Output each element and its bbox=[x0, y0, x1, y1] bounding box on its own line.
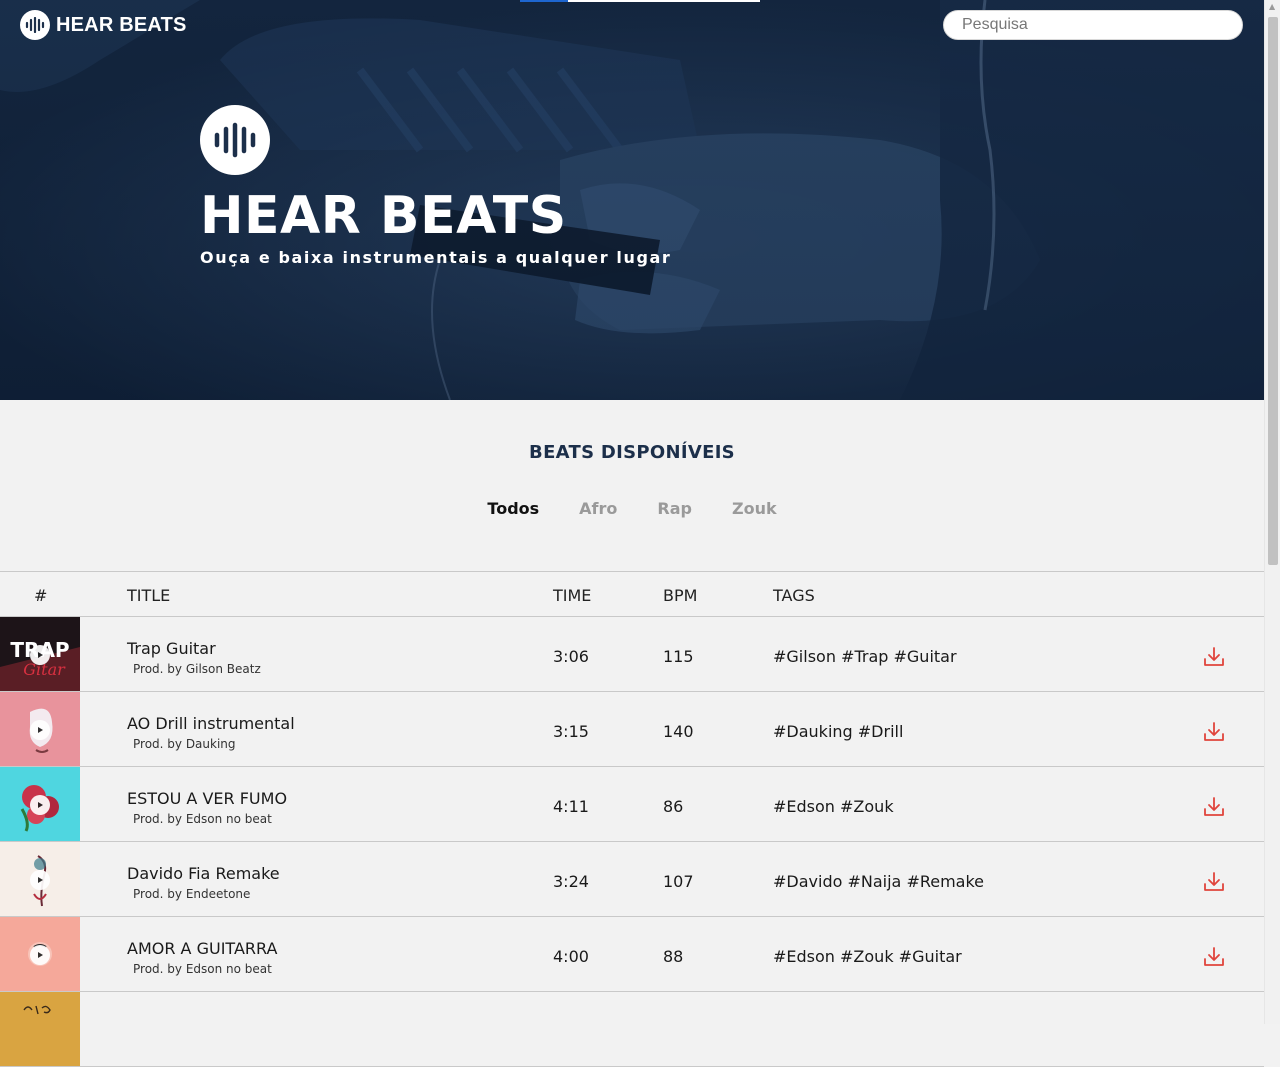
beat-producer: Prod. by Edson no beat bbox=[133, 962, 272, 976]
beat-time: 4:11 bbox=[553, 797, 589, 816]
header-time: TIME bbox=[553, 586, 592, 605]
scrollbar-thumb[interactable] bbox=[1268, 17, 1278, 565]
search-input[interactable] bbox=[943, 10, 1243, 40]
header-title: TITLE bbox=[127, 586, 171, 605]
filter-tab-zouk[interactable]: Zouk bbox=[732, 499, 777, 518]
download-icon[interactable] bbox=[1203, 947, 1225, 967]
download-icon[interactable] bbox=[1203, 722, 1225, 742]
cover-thumbnail[interactable] bbox=[0, 692, 80, 766]
cover-thumbnail[interactable] bbox=[0, 992, 80, 1066]
beat-tags: #Dauking #Drill bbox=[773, 722, 904, 741]
hero-background-image bbox=[0, 0, 1264, 400]
filter-tab-todos[interactable]: Todos bbox=[487, 499, 539, 518]
download-icon[interactable] bbox=[1203, 797, 1225, 817]
cover-thumbnail[interactable] bbox=[0, 917, 80, 991]
beat-time: 3:06 bbox=[553, 647, 589, 666]
beat-title: AO Drill instrumental bbox=[127, 714, 295, 733]
page-scrollbar[interactable]: ▲ bbox=[1264, 0, 1280, 1024]
table-row: AO Drill instrumental Prod. by Dauking 3… bbox=[0, 692, 1264, 767]
hero-banner: HEAR BEATS HEAR BEATS Ouça e baixa instr… bbox=[0, 0, 1264, 400]
beat-tags: #Edson #Zouk bbox=[773, 797, 894, 816]
beat-bpm: 115 bbox=[663, 647, 694, 666]
top-loading-bar-fill bbox=[520, 0, 568, 2]
soundwave-logo-icon bbox=[20, 10, 50, 40]
scroll-up-arrow-icon[interactable]: ▲ bbox=[1269, 2, 1275, 11]
play-icon[interactable] bbox=[30, 645, 50, 665]
filter-tab-afro[interactable]: Afro bbox=[579, 499, 617, 518]
cover-thumbnail[interactable]: TRAP Gitar bbox=[0, 617, 80, 691]
beat-producer: Prod. by Gilson Beatz bbox=[133, 662, 261, 676]
beat-bpm: 140 bbox=[663, 722, 694, 741]
download-icon[interactable] bbox=[1203, 872, 1225, 892]
play-icon[interactable] bbox=[30, 720, 50, 740]
table-row bbox=[0, 992, 1264, 1067]
beat-tags: #Gilson #Trap #Guitar bbox=[773, 647, 957, 666]
beat-title: AMOR A GUITARRA bbox=[127, 939, 278, 958]
table-row: Davido Fia Remake Prod. by Endeetone 3:2… bbox=[0, 842, 1264, 917]
beat-title: ESTOU A VER FUMO bbox=[127, 789, 288, 808]
top-loading-bar bbox=[520, 0, 760, 2]
beat-producer: Prod. by Dauking bbox=[133, 737, 236, 751]
section-title: BEATS DISPONÍVEIS bbox=[529, 442, 735, 463]
beat-bpm: 86 bbox=[663, 797, 684, 816]
beat-title: Davido Fia Remake bbox=[127, 864, 280, 883]
beat-tags: #Davido #Naija #Remake bbox=[773, 872, 985, 891]
brand-name: HEAR BEATS bbox=[56, 13, 187, 36]
beat-time: 3:24 bbox=[553, 872, 589, 891]
hero-subtitle: Ouça e baixa instrumentais a qualquer lu… bbox=[200, 248, 672, 267]
header-bpm: BPM bbox=[663, 586, 698, 605]
header-index: # bbox=[34, 586, 48, 605]
hero-soundwave-logo-icon bbox=[200, 105, 270, 175]
download-icon[interactable] bbox=[1203, 647, 1225, 667]
beat-bpm: 107 bbox=[663, 872, 694, 891]
beat-tags: #Edson #Zouk #Guitar bbox=[773, 947, 962, 966]
beat-producer: Prod. by Edson no beat bbox=[133, 812, 272, 826]
hero-title: HEAR BEATS bbox=[200, 186, 567, 246]
play-icon[interactable] bbox=[30, 795, 50, 815]
beat-bpm: 88 bbox=[663, 947, 684, 966]
header-tags: TAGS bbox=[773, 586, 815, 605]
beat-producer: Prod. by Endeetone bbox=[133, 887, 251, 901]
table-header: # TITLE TIME BPM TAGS bbox=[0, 571, 1264, 617]
beat-title: Trap Guitar bbox=[127, 639, 216, 658]
filter-tab-rap[interactable]: Rap bbox=[657, 499, 692, 518]
cover-thumbnail[interactable] bbox=[0, 842, 80, 916]
play-icon[interactable] bbox=[30, 870, 50, 890]
cover-thumbnail[interactable] bbox=[0, 767, 80, 841]
table-row: ESTOU A VER FUMO Prod. by Edson no beat … bbox=[0, 767, 1264, 842]
play-icon[interactable] bbox=[30, 945, 50, 965]
beat-time: 3:15 bbox=[553, 722, 589, 741]
genre-filter-tabs: Todos Afro Rap Zouk bbox=[0, 499, 1264, 518]
table-row: TRAP Gitar Trap Guitar Prod. by Gilson B… bbox=[0, 617, 1264, 692]
navbar-brand[interactable]: HEAR BEATS bbox=[20, 10, 187, 40]
table-row: AMOR A GUITARRA Prod. by Edson no beat 4… bbox=[0, 917, 1264, 992]
beats-table: # TITLE TIME BPM TAGS TRAP Gitar Trap Gu… bbox=[0, 571, 1264, 1067]
beat-time: 4:00 bbox=[553, 947, 589, 966]
